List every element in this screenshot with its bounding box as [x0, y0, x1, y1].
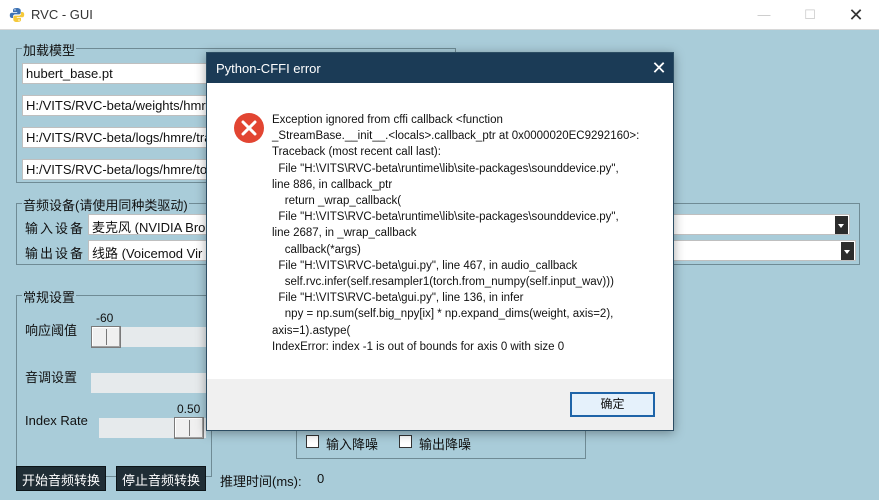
index-rate-label: Index Rate [25, 413, 88, 428]
error-dialog: Python-CFFI error ✕ Exception ignored fr… [206, 52, 674, 431]
minimize-button[interactable]: — [741, 0, 787, 30]
error-message-line: axis=1).astype( [272, 324, 351, 337]
dialog-titlebar: Python-CFFI error ✕ [207, 53, 673, 83]
error-message-line: npy = np.sum(self.big_npy[ix] * np.expan… [272, 308, 614, 321]
error-message-line: File "H:\VITS\RVC-beta\gui.py", line 136… [272, 292, 524, 305]
index-path-field[interactable]: H:/VITS/RVC-beta/logs/hmre/tra [22, 127, 212, 148]
input-device-value: 麦克风 (NVIDIA Bro [92, 220, 206, 235]
error-message-line: _StreamBase.__init__.<locals>.callback_p… [272, 130, 640, 143]
pth-path-field[interactable]: H:/VITS/RVC-beta/weights/hmre [22, 95, 212, 116]
threshold-slider-thumb[interactable] [91, 326, 121, 348]
pitch-label: 音调设置 [25, 370, 78, 385]
python-logo-icon [9, 8, 25, 22]
error-message: Exception ignored from cffi callback <fu… [272, 112, 652, 355]
error-message-line: return _wrap_callback( [272, 195, 402, 208]
error-message-line: Traceback (most recent call last): [272, 146, 441, 159]
start-conversion-button[interactable]: 开始音频转换 [16, 466, 107, 491]
error-message-line: File "H:\VITS\RVC-beta\runtime\lib\site-… [272, 211, 619, 224]
close-window-button[interactable]: ✕ [833, 0, 879, 30]
audio-device-legend: 音频设备(请使用同种类驱动) [22, 195, 189, 214]
output-denoise-label: 输出降噪 [419, 437, 472, 452]
input-denoise-label: 输入降噪 [326, 437, 379, 452]
general-settings-legend: 常规设置 [22, 287, 77, 306]
dialog-close-button[interactable]: ✕ [649, 57, 669, 79]
error-message-line: IndexError: index -1 is out of bounds fo… [272, 340, 565, 353]
input-device-label: 输入设备 [25, 221, 86, 236]
error-icon [234, 113, 264, 143]
dialog-body: Exception ignored from cffi callback <fu… [207, 83, 673, 379]
error-message-line: File "H:\VITS\RVC-beta\runtime\lib\site-… [272, 162, 619, 175]
output-device-label: 输出设备 [25, 246, 86, 261]
dialog-title: Python-CFFI error [216, 61, 321, 76]
hubert-field[interactable]: hubert_base.pt [22, 63, 212, 84]
error-message-line: callback(*args) [272, 243, 361, 256]
error-message-line: File "H:\VITS\RVC-beta\gui.py", line 467… [272, 259, 578, 272]
output-denoise-checkbox[interactable] [399, 435, 412, 448]
input-denoise-checkbox[interactable] [306, 435, 319, 448]
index-rate-value: 0.50 [177, 402, 201, 416]
window-titlebar: RVC - GUI — ☐ ✕ [0, 0, 879, 30]
output-device-value: 线路 (Voicemod Vir [92, 246, 203, 261]
index-rate-slider-thumb[interactable] [174, 417, 204, 439]
threshold-label: 响应阈值 [25, 323, 78, 338]
model-group-legend: 加载模型 [22, 40, 77, 59]
error-message-line: self.rvc.infer(self.resampler1(torch.fro… [272, 276, 614, 289]
latency-value: 0 [317, 471, 325, 486]
error-message-line: Exception ignored from cffi callback <fu… [272, 114, 503, 126]
latency-label: 推理时间(ms): [220, 474, 302, 489]
chevron-down-icon[interactable] [835, 216, 848, 234]
pitch-slider[interactable] [91, 373, 206, 393]
error-message-line: line 2687, in _wrap_callback [272, 227, 417, 240]
window-title: RVC - GUI [31, 7, 93, 22]
threshold-value: -60 [96, 311, 114, 325]
error-message-line: line 886, in callback_ptr [272, 178, 393, 191]
maximize-button[interactable]: ☐ [787, 0, 833, 30]
stop-conversion-button[interactable]: 停止音频转换 [116, 466, 207, 491]
chevron-down-icon[interactable] [841, 242, 854, 260]
npy-path-field[interactable]: H:/VITS/RVC-beta/logs/hmre/to [22, 159, 212, 180]
ok-button[interactable]: 确定 [570, 392, 655, 417]
